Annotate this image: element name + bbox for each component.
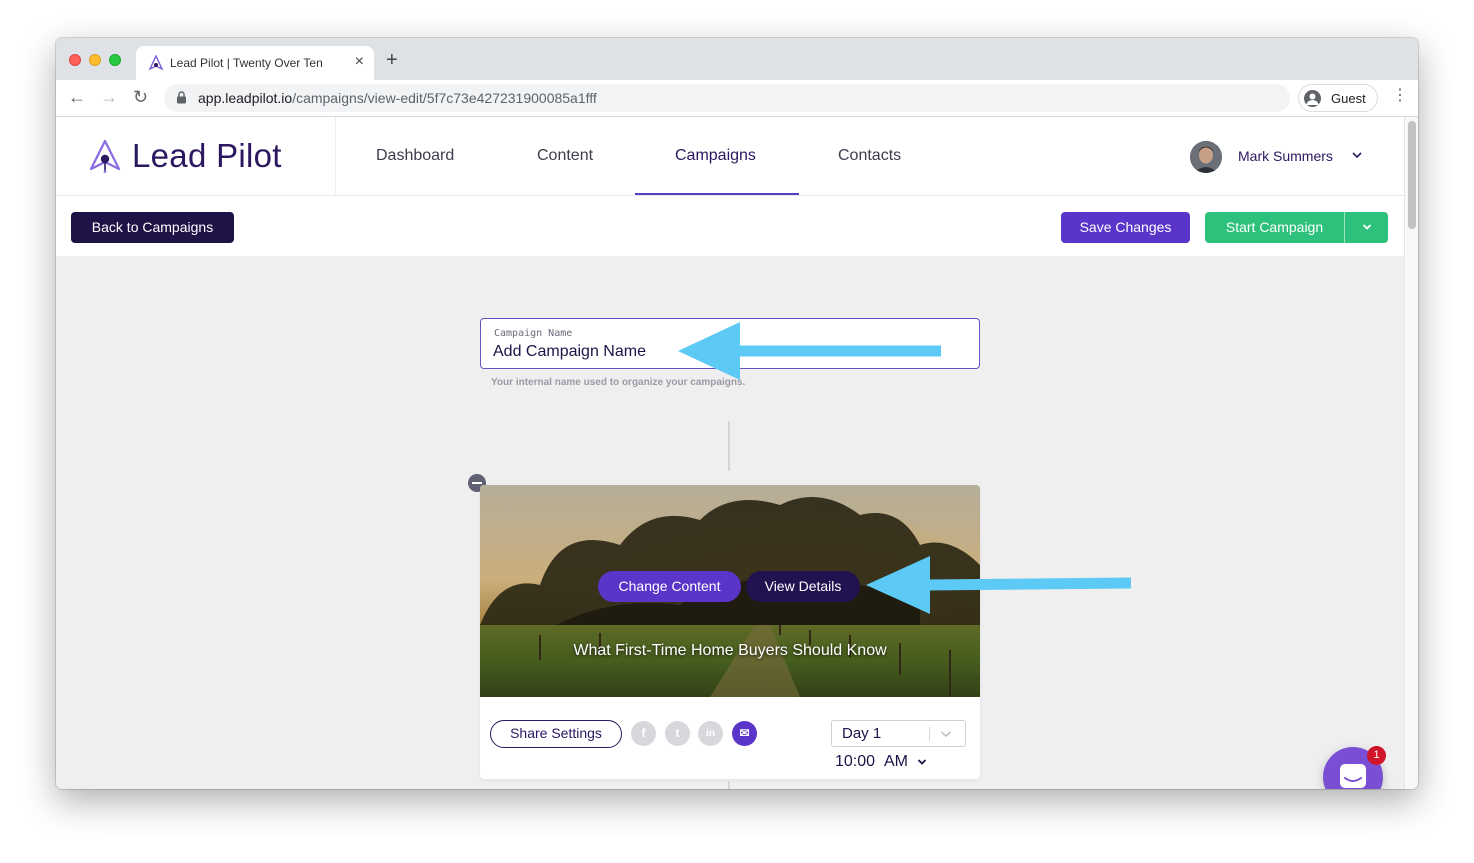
- app-header: Lead Pilot Dashboard Content Campaigns C…: [56, 117, 1404, 196]
- lead-pilot-favicon-icon: [148, 55, 164, 71]
- time-ampm: AM: [883, 753, 908, 770]
- day-value: Day 1: [842, 725, 882, 742]
- lock-icon: [177, 91, 186, 104]
- tab-close-icon[interactable]: ×: [355, 53, 364, 71]
- campaign-name-help: Your internal name used to organize your…: [491, 377, 746, 388]
- nav-campaigns[interactable]: Campaigns: [675, 147, 756, 165]
- save-changes-button[interactable]: Save Changes: [1061, 212, 1190, 243]
- nav-content[interactable]: Content: [537, 147, 593, 165]
- scrollbar-thumb[interactable]: [1408, 121, 1416, 229]
- active-nav-indicator: [635, 193, 799, 195]
- content-card: Change Content View Details What First-T…: [480, 485, 980, 779]
- forward-arrow-icon[interactable]: →: [100, 87, 118, 107]
- reload-icon[interactable]: ↻: [133, 87, 148, 107]
- user-avatar[interactable]: [1190, 141, 1222, 173]
- guest-avatar-icon: [1304, 90, 1321, 107]
- timeline-connector: [728, 781, 730, 789]
- maximize-window-button[interactable]: [109, 54, 121, 66]
- chevron-down-icon[interactable]: [1352, 150, 1362, 160]
- share-settings-button[interactable]: Share Settings: [490, 720, 622, 748]
- user-name[interactable]: Mark Summers: [1238, 148, 1333, 164]
- minimize-window-button[interactable]: [89, 54, 101, 66]
- content-title: What First-Time Home Buyers Should Know: [573, 642, 887, 659]
- chevron-down-icon[interactable]: [917, 757, 927, 767]
- logo[interactable]: Lead Pilot: [56, 117, 336, 196]
- nav-contacts[interactable]: Contacts: [838, 147, 901, 165]
- rocket-logo-icon: [89, 139, 121, 173]
- profile-label: Guest: [1331, 91, 1366, 106]
- campaign-name-label: Campaign Name: [494, 328, 573, 339]
- chevron-down-icon: [1362, 224, 1371, 230]
- email-icon[interactable]: ✉: [732, 721, 757, 746]
- campaign-name-field[interactable]: Campaign Name Add Campaign Name: [480, 318, 980, 369]
- select-divider: [929, 727, 930, 741]
- close-window-button[interactable]: [69, 54, 81, 66]
- change-content-button[interactable]: Change Content: [598, 571, 741, 602]
- profile-button[interactable]: Guest: [1298, 84, 1378, 112]
- tab-title: Lead Pilot | Twenty Over Ten: [170, 56, 323, 70]
- browser-window: Lead Pilot | Twenty Over Ten × + ← → ↻ a…: [56, 38, 1418, 789]
- linkedin-icon[interactable]: in: [698, 721, 723, 746]
- back-to-campaigns-button[interactable]: Back to Campaigns: [71, 212, 234, 243]
- url-text: app.leadpilot.io/campaigns/view-edit/5f7…: [198, 90, 597, 106]
- day-select[interactable]: Day 1: [831, 720, 966, 747]
- tab-strip: Lead Pilot | Twenty Over Ten × +: [56, 38, 1418, 80]
- timeline-connector: [728, 421, 730, 471]
- start-campaign-button[interactable]: Start Campaign: [1205, 212, 1344, 243]
- campaign-name-input[interactable]: Add Campaign Name: [493, 343, 646, 361]
- back-arrow-icon[interactable]: ←: [68, 87, 86, 107]
- address-bar[interactable]: app.leadpilot.io/campaigns/view-edit/5f7…: [164, 84, 1290, 112]
- url-path: /campaigns/view-edit/5f7c73e427231900085…: [292, 90, 597, 106]
- page: Lead Pilot Dashboard Content Campaigns C…: [56, 117, 1404, 789]
- new-tab-icon[interactable]: +: [386, 50, 398, 70]
- url-host: app.leadpilot.io: [198, 90, 293, 106]
- content-image: Change Content View Details What First-T…: [480, 485, 980, 697]
- nav-dashboard[interactable]: Dashboard: [376, 147, 454, 165]
- notification-badge: 1: [1367, 746, 1386, 765]
- facebook-icon[interactable]: f: [631, 721, 656, 746]
- chevron-down-icon: [941, 731, 951, 738]
- twitter-icon[interactable]: t: [665, 721, 690, 746]
- browser-menu-icon[interactable]: ⋮: [1392, 87, 1408, 105]
- time-value: 10:00: [835, 753, 876, 770]
- page-scrollbar[interactable]: [1404, 117, 1418, 789]
- action-bar: Back to Campaigns Save Changes Start Cam…: [56, 196, 1404, 256]
- start-campaign-dropdown-button[interactable]: [1344, 212, 1388, 243]
- view-details-button[interactable]: View Details: [746, 571, 860, 602]
- browser-toolbar: ← → ↻ app.leadpilot.io/campaigns/view-ed…: [56, 80, 1418, 117]
- logo-text: Lead Pilot: [132, 137, 282, 174]
- send-time[interactable]: 10:00 AM: [835, 753, 908, 771]
- browser-tab[interactable]: Lead Pilot | Twenty Over Ten ×: [136, 46, 374, 80]
